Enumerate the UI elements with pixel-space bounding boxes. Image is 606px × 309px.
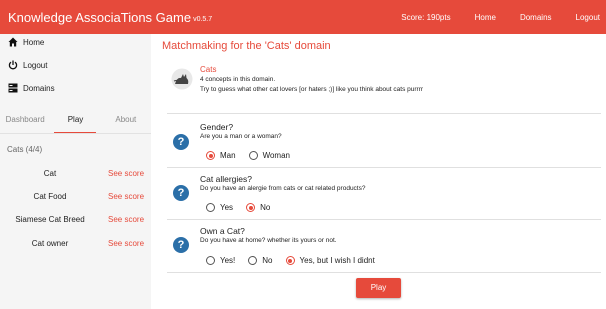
see-score-link[interactable]: See score — [108, 215, 144, 224]
score-display: Score: 190pts — [401, 12, 451, 22]
divider — [0, 133, 151, 134]
radio-no[interactable] — [248, 256, 258, 265]
sidebar-tabs: Dashboard Play About — [0, 115, 151, 132]
question-description: Do you have at home? whether its yours o… — [200, 237, 337, 244]
sidebar-item-home[interactable]: Home — [8, 37, 44, 47]
radio-group-own-cat: Yes! No Yes, but I wish I didnt — [206, 256, 388, 265]
radio-yes[interactable] — [206, 256, 215, 265]
domain-header: Cats (4/4) — [7, 145, 43, 154]
nav-domains-link[interactable]: Domains — [520, 13, 552, 22]
domain-name: Cats — [200, 65, 217, 74]
list-item: Cat owner See score — [0, 239, 151, 251]
radio-option[interactable]: No — [248, 256, 273, 265]
play-button[interactable]: Play — [356, 278, 401, 298]
radio-no[interactable] — [246, 203, 256, 212]
sidebar: Home Logout Domains Dashboard Play About… — [0, 34, 151, 309]
radio-option[interactable]: Yes, but I wish I didnt — [285, 256, 375, 265]
radio-yes[interactable] — [206, 203, 215, 212]
radio-group-gender: Man Woman — [206, 151, 303, 160]
radio-man[interactable] — [206, 151, 215, 160]
power-icon — [8, 60, 18, 70]
radio-label: No — [260, 203, 271, 212]
question-title: Own a Cat? — [200, 226, 245, 236]
radio-option[interactable]: No — [246, 203, 270, 212]
list-item: Siamese Cat Breed See score — [0, 215, 151, 227]
tab-play[interactable]: Play — [50, 115, 100, 132]
radio-label: Yes! — [220, 256, 236, 265]
divider — [167, 167, 601, 168]
tab-about[interactable]: About — [101, 115, 151, 132]
sidebar-item-label: Domains — [23, 83, 55, 93]
divider — [167, 272, 601, 273]
nav-home-link[interactable]: Home — [475, 13, 496, 22]
server-icon — [8, 83, 18, 93]
radio-label: Yes — [220, 203, 234, 212]
app-title[interactable]: Knowledge AssociaTions Game v0.5.7 — [8, 10, 212, 25]
see-score-link[interactable]: See score — [108, 169, 144, 178]
radio-label: No — [262, 256, 273, 265]
radio-woman[interactable] — [248, 151, 258, 160]
radio-yes-but-wish-not[interactable] — [285, 256, 295, 265]
list-item: Cat See score — [0, 169, 151, 181]
question-description: Do you have an alergie from cats or cat … — [200, 185, 366, 192]
top-bar: Knowledge AssociaTions Game v0.5.7 Score:… — [0, 0, 606, 34]
question-title: Cat allergies? — [200, 174, 252, 184]
app-version: v0.5.7 — [193, 15, 213, 23]
question-icon: ? — [173, 134, 189, 150]
concept-name: Cat owner — [31, 239, 69, 248]
tab-dashboard[interactable]: Dashboard — [0, 115, 50, 132]
radio-label: Man — [220, 151, 236, 160]
radio-label: Woman — [262, 151, 290, 160]
list-item: Cat Food See score — [0, 192, 151, 204]
question-icon: ? — [173, 185, 189, 201]
cat-logo-icon — [171, 68, 193, 90]
radio-option[interactable]: Yes — [206, 203, 233, 212]
radio-option[interactable]: Man — [206, 151, 236, 160]
sidebar-item-label: Home — [23, 37, 45, 47]
divider — [167, 113, 601, 114]
divider — [167, 219, 601, 220]
question-icon: ? — [173, 237, 189, 253]
nav-logout-link[interactable]: Logout — [576, 13, 600, 22]
page-title: Matchmaking for the 'Cats' domain — [162, 40, 331, 52]
radio-label: Yes, but I wish I didnt — [299, 256, 375, 265]
domain-description: Try to guess what other cat lovers [or h… — [200, 86, 424, 93]
sidebar-item-label: Logout — [23, 60, 48, 70]
sidebar-item-logout[interactable]: Logout — [8, 60, 47, 70]
see-score-link[interactable]: See score — [108, 192, 144, 201]
sidebar-item-domains[interactable]: Domains — [8, 83, 55, 93]
radio-option[interactable]: Yes! — [206, 256, 235, 265]
app-title-text: Knowledge AssociaTions Game — [8, 9, 192, 25]
concept-name: Cat — [43, 169, 57, 178]
domain-concept-count: 4 concepts in this domain. — [200, 76, 276, 83]
main-content: Matchmaking for the 'Cats' domain Cats 4… — [151, 34, 606, 309]
radio-group-allergies: Yes No — [206, 203, 283, 212]
home-icon — [8, 37, 18, 47]
top-nav: Score: 190pts Home Domains Logout — [401, 13, 606, 22]
concept-name: Cat Food — [33, 192, 67, 201]
question-description: Are you a man or a woman? — [200, 133, 282, 140]
see-score-link[interactable]: See score — [108, 239, 144, 248]
question-title: Gender? — [200, 122, 234, 132]
radio-option[interactable]: Woman — [248, 151, 290, 160]
concept-name: Siamese Cat Breed — [15, 215, 85, 224]
